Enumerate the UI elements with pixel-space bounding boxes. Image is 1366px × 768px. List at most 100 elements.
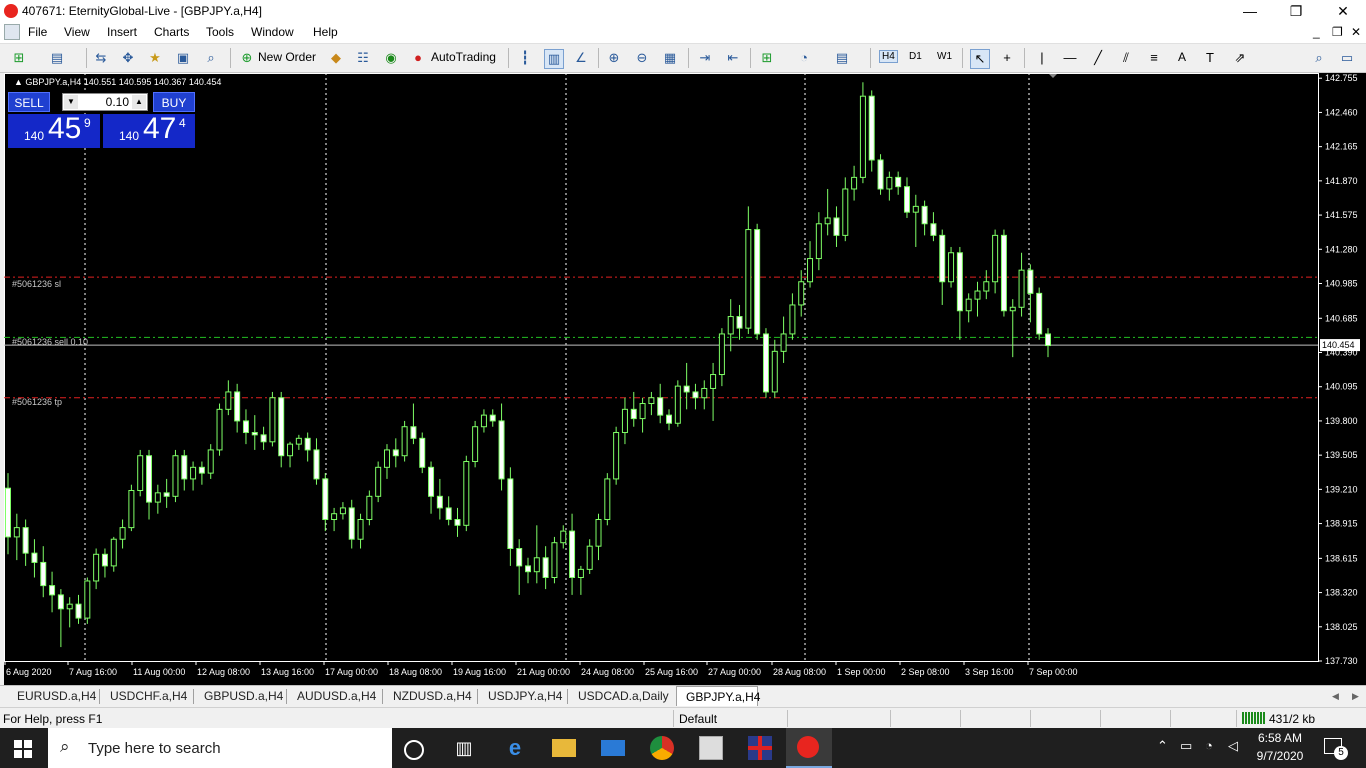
zoom-out-icon[interactable]: ⊖	[633, 49, 651, 67]
signals-icon[interactable]: ☷	[354, 49, 372, 67]
minimize-button[interactable]: —	[1227, 0, 1273, 22]
autotrading-icon[interactable]: ●	[409, 49, 427, 67]
navigator-icon[interactable]: ★	[146, 49, 164, 67]
connection-status-icon[interactable]	[1242, 712, 1266, 724]
bar-chart-icon[interactable]: ┇	[516, 49, 534, 67]
bear-candle	[49, 585, 56, 596]
buy-price-box[interactable]: 140 47 4	[103, 112, 195, 148]
search-icon[interactable]: ⌕	[1310, 49, 1328, 67]
menu-help[interactable]: Help	[313, 25, 338, 39]
bull-candle	[137, 455, 144, 492]
bull-candle	[287, 443, 294, 457]
order-sell-label[interactable]: #5061236 sell 0.10	[12, 337, 88, 347]
taskbar-search[interactable]: ⌕ Type here to search	[48, 728, 392, 768]
new-order-icon[interactable]: ⊕	[238, 49, 256, 67]
zoom-in-icon[interactable]: ⊕	[605, 49, 623, 67]
menu-insert[interactable]: Insert	[107, 25, 137, 39]
volume-icon[interactable]: ◁	[1228, 738, 1238, 754]
tab-audusd[interactable]: AUDUSD.a,H4	[297, 689, 376, 703]
tile-windows-icon[interactable]: ▦	[661, 49, 679, 67]
trendline-icon[interactable]: ╱	[1089, 49, 1107, 67]
period-w1-button[interactable]: W1	[937, 51, 952, 62]
maximize-button[interactable]: ❐	[1273, 0, 1319, 22]
templates-icon[interactable]: ▤	[833, 49, 851, 67]
bear-candle	[666, 414, 673, 424]
metaeditor-icon[interactable]: ◆	[327, 49, 345, 67]
profiles-icon[interactable]: ▤	[48, 49, 66, 67]
file-explorer-icon[interactable]	[552, 739, 576, 757]
periods-icon[interactable]: ◔	[795, 49, 813, 67]
indicators-icon[interactable]: ⊞	[758, 49, 776, 67]
market-icon[interactable]: ◉	[382, 49, 400, 67]
chart-shift-icon[interactable]: ⇤	[724, 49, 742, 67]
buy-button[interactable]: BUY	[153, 92, 195, 112]
edge-icon[interactable]: e	[503, 736, 527, 760]
chat-icon[interactable]: ▭	[1338, 49, 1356, 67]
new-order-button[interactable]: New Order	[258, 50, 316, 64]
horizontal-line-icon[interactable]: —	[1061, 49, 1079, 67]
tab-usdchf[interactable]: USDCHF.a,H4	[110, 689, 187, 703]
tab-usdjpy[interactable]: USDJPY.a,H4	[488, 689, 562, 703]
data-window-icon[interactable]: ✥	[119, 49, 137, 67]
text-tool-icon[interactable]: A	[1178, 50, 1186, 64]
line-chart-icon[interactable]: ∠	[572, 49, 590, 67]
bull-candle	[560, 530, 567, 544]
candlestick-chart-icon[interactable]: ▥	[544, 49, 564, 69]
fibonacci-icon[interactable]: ≡	[1145, 49, 1163, 67]
chrome-icon[interactable]	[650, 736, 674, 760]
clock-date[interactable]: 9/7/2020	[1254, 749, 1306, 763]
task-view-icon[interactable]: ▥	[452, 736, 476, 760]
lot-increase-button[interactable]: ▲	[132, 95, 146, 109]
market-watch-icon[interactable]: ⇆	[92, 49, 110, 67]
arrows-icon[interactable]: ⇗	[1231, 49, 1249, 67]
close-button[interactable]: ✕	[1320, 0, 1366, 22]
clock-time[interactable]: 6:58 AM	[1254, 731, 1306, 745]
new-chart-icon[interactable]: ⊞	[10, 49, 28, 67]
tab-scroll-left-icon[interactable]: ◀	[1332, 691, 1339, 702]
order-sl-label[interactable]: #5061236 sl	[12, 279, 61, 289]
menu-window[interactable]: Window	[251, 25, 294, 39]
equidistant-channel-icon[interactable]: ⫽	[1117, 49, 1135, 67]
inner-minimize-button[interactable]: _	[1313, 25, 1320, 39]
lot-size-field[interactable]: ▼ 0.10 ▲	[62, 93, 148, 111]
cortana-icon[interactable]	[404, 740, 424, 760]
strategy-tester-icon[interactable]: ⌕	[202, 49, 220, 67]
terminal-icon[interactable]: ▣	[174, 49, 192, 67]
windows-start-icon[interactable]	[14, 740, 32, 758]
lot-decrease-button[interactable]: ▼	[64, 95, 78, 109]
show-hidden-icons[interactable]: ⌃	[1157, 738, 1168, 754]
status-separator	[1236, 710, 1237, 727]
battery-icon[interactable]: ▭	[1180, 738, 1192, 754]
cursor-icon[interactable]: ↖	[970, 49, 990, 69]
toolbar-separator	[688, 48, 689, 68]
vertical-line-icon[interactable]: |	[1033, 49, 1051, 67]
mt4-taskbar-button[interactable]	[786, 728, 832, 768]
chart-area[interactable]: 142.755 142.460 142.165 141.870 141.575 141.2…	[4, 73, 1366, 685]
sell-button[interactable]: SELL	[8, 92, 50, 112]
tab-eurusd[interactable]: EURUSD.a,H4	[17, 689, 96, 703]
sell-price-box[interactable]: 140 45 9	[8, 112, 100, 148]
period-d1-button[interactable]: D1	[909, 51, 922, 62]
menu-file[interactable]: File	[28, 25, 47, 39]
menu-charts[interactable]: Charts	[154, 25, 189, 39]
tab-gbpusd[interactable]: GBPUSD.a,H4	[204, 689, 283, 703]
uk-flag-app-icon[interactable]	[748, 736, 772, 760]
tab-gbpjpy-active[interactable]: GBPJPY.a,H4	[676, 686, 760, 706]
tab-usdcad[interactable]: USDCAD.a,Daily	[578, 689, 669, 703]
autotrading-button[interactable]: AutoTrading	[431, 50, 496, 64]
tab-nzdusd[interactable]: NZDUSD.a,H4	[393, 689, 472, 703]
period-h4-button[interactable]: H4	[879, 50, 898, 63]
crosshair-icon[interactable]: +	[998, 49, 1016, 67]
text-label-icon[interactable]: T	[1201, 49, 1219, 67]
wifi-icon[interactable]: ◔	[1205, 738, 1213, 753]
x-tick-label: 1 Sep 00:00	[837, 667, 886, 677]
menu-view[interactable]: View	[64, 25, 90, 39]
inner-restore-button[interactable]: ❐	[1332, 25, 1343, 39]
store-icon[interactable]	[699, 736, 723, 760]
menu-tools[interactable]: Tools	[206, 25, 234, 39]
order-tp-label[interactable]: #5061236 tp	[12, 397, 62, 407]
mail-icon[interactable]	[601, 740, 625, 756]
tab-scroll-right-icon[interactable]: ▶	[1352, 691, 1359, 702]
inner-close-button[interactable]: ✕	[1351, 25, 1361, 39]
auto-scroll-icon[interactable]: ⇥	[696, 49, 714, 67]
